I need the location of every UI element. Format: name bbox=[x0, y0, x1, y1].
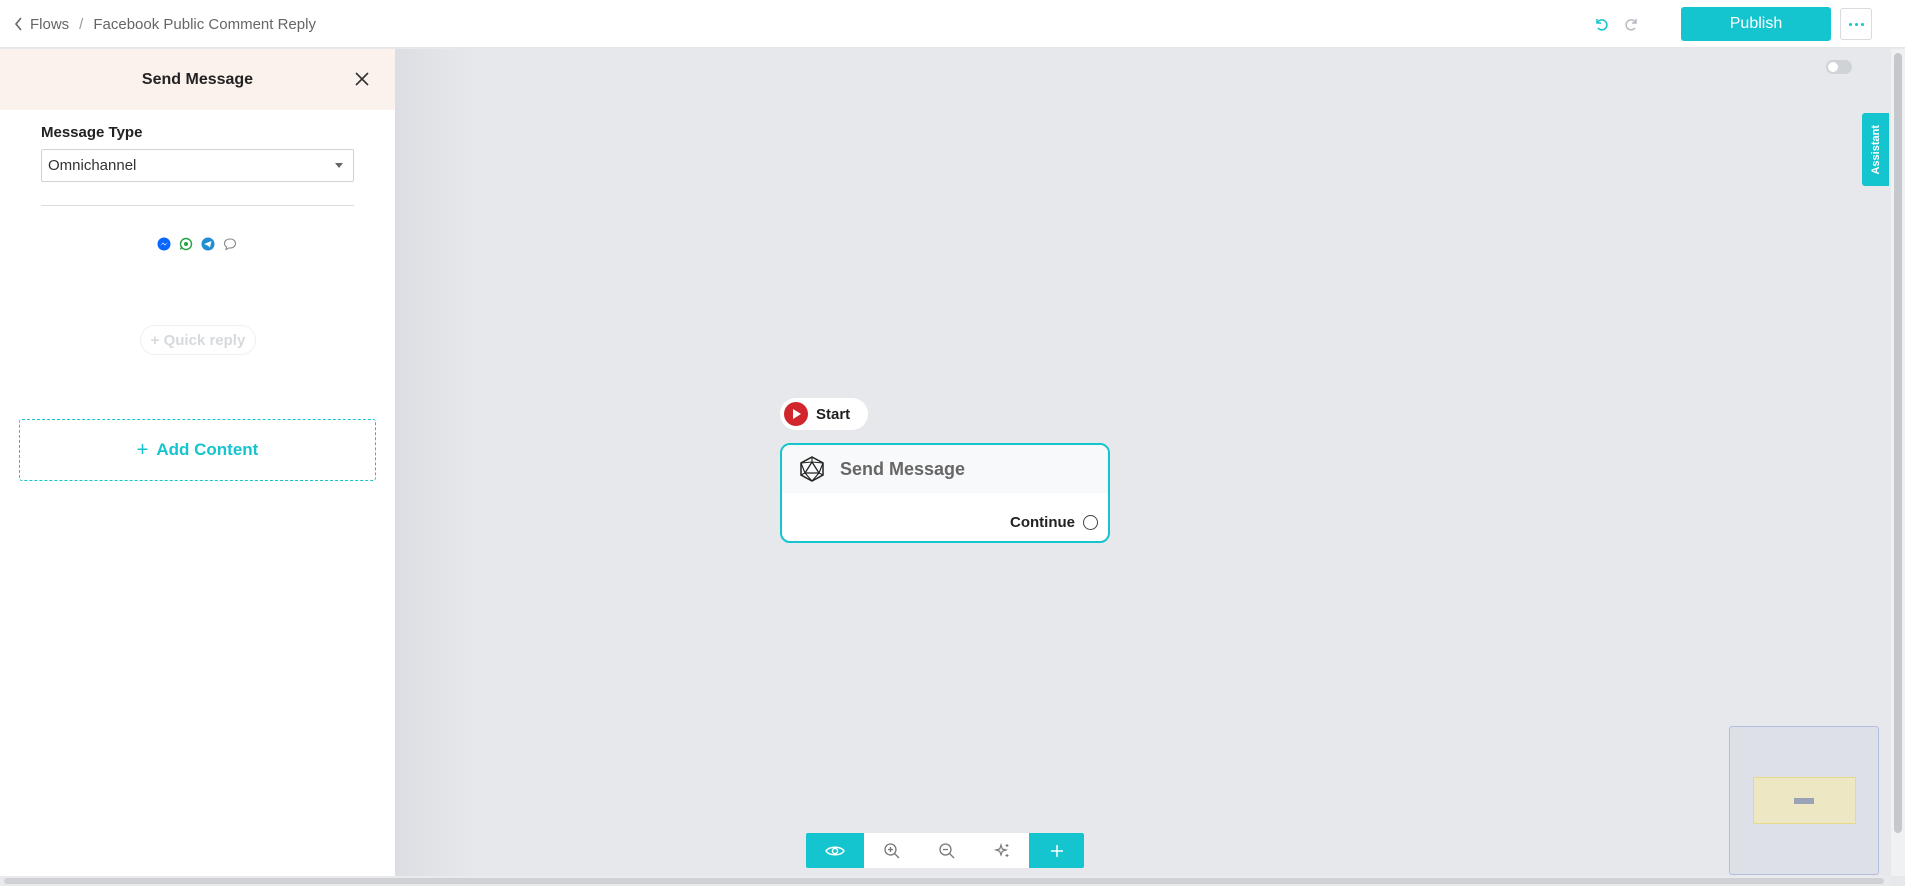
panel-shadow bbox=[395, 49, 475, 876]
canvas-toggle[interactable] bbox=[1826, 60, 1852, 74]
play-icon bbox=[784, 402, 808, 426]
message-type-label: Message Type bbox=[41, 124, 143, 141]
plus-icon bbox=[1050, 844, 1063, 857]
plus-icon: + bbox=[136, 438, 149, 461]
icosahedron-icon bbox=[800, 456, 824, 482]
back-to-flows-link[interactable]: Flows bbox=[14, 16, 69, 33]
sparkle-icon bbox=[993, 842, 1008, 857]
more-options-button[interactable] bbox=[1840, 8, 1872, 40]
messenger-icon bbox=[156, 236, 172, 252]
undo-button[interactable] bbox=[1589, 12, 1613, 36]
chat-icon bbox=[222, 236, 238, 252]
channel-icons bbox=[156, 236, 238, 252]
close-icon[interactable] bbox=[352, 69, 372, 89]
caret-down-icon bbox=[335, 163, 343, 168]
zoom-in-button[interactable] bbox=[864, 833, 919, 868]
send-message-panel: Send Message Message Type Omnichannel + … bbox=[0, 49, 395, 876]
top-bar: Flows / Facebook Public Comment Reply Pu… bbox=[0, 0, 1905, 48]
breadcrumb-flows[interactable]: Flows bbox=[30, 16, 69, 33]
continue-output: Continue bbox=[1010, 514, 1098, 531]
add-content-label: Add Content bbox=[156, 440, 259, 459]
vertical-scrollbar[interactable] bbox=[1891, 49, 1905, 876]
publish-button[interactable]: Publish bbox=[1681, 7, 1831, 41]
dot bbox=[1854, 22, 1858, 26]
zoom-out-button[interactable] bbox=[919, 833, 974, 868]
dot bbox=[1848, 22, 1852, 26]
add-node-button[interactable] bbox=[1029, 833, 1084, 868]
divider bbox=[41, 205, 354, 206]
preview-button[interactable] bbox=[806, 833, 864, 868]
flow-name: Facebook Public Comment Reply bbox=[93, 15, 316, 33]
undo-icon bbox=[1596, 19, 1608, 31]
scrollbar-thumb[interactable] bbox=[4, 878, 1884, 884]
send-message-node[interactable]: Send Message Continue bbox=[780, 443, 1110, 543]
eye-icon bbox=[825, 846, 845, 855]
assistant-tab[interactable]: Assistant bbox=[1862, 113, 1889, 186]
scrollbar-thumb[interactable] bbox=[1894, 53, 1902, 833]
node-header: Send Message bbox=[782, 445, 1108, 493]
telegram-icon bbox=[200, 236, 216, 252]
horizontal-scrollbar[interactable] bbox=[0, 876, 1891, 886]
message-type-select[interactable]: Omnichannel bbox=[41, 149, 354, 182]
output-port[interactable] bbox=[1083, 515, 1098, 530]
start-node[interactable]: Start bbox=[780, 398, 868, 430]
node-title: Send Message bbox=[840, 458, 966, 479]
whatsapp-icon bbox=[178, 236, 194, 252]
panel-header: Send Message bbox=[0, 49, 395, 110]
minimap[interactable] bbox=[1729, 726, 1879, 875]
dot bbox=[1860, 22, 1864, 26]
continue-label: Continue bbox=[1010, 514, 1075, 531]
auto-layout-button[interactable] bbox=[974, 833, 1029, 868]
chevron-left-icon bbox=[14, 17, 22, 31]
breadcrumb-separator: / bbox=[79, 15, 84, 33]
redo-icon bbox=[1625, 19, 1637, 31]
breadcrumb: Flows / Facebook Public Comment Reply bbox=[14, 0, 316, 48]
panel-title: Send Message bbox=[141, 70, 254, 88]
canvas-toolbar bbox=[806, 833, 1084, 868]
message-type-value: Omnichannel bbox=[48, 157, 137, 174]
minimap-viewport[interactable] bbox=[1753, 777, 1856, 824]
quick-reply-button[interactable]: + Quick reply bbox=[140, 325, 256, 355]
zoom-out-icon bbox=[938, 842, 954, 858]
add-content-button[interactable]: + Add Content bbox=[19, 419, 376, 481]
redo-button[interactable] bbox=[1620, 12, 1644, 36]
assistant-label: Assistant bbox=[1869, 124, 1882, 175]
minimap-node bbox=[1794, 798, 1814, 804]
zoom-in-icon bbox=[883, 842, 899, 858]
start-label: Start bbox=[816, 405, 851, 423]
